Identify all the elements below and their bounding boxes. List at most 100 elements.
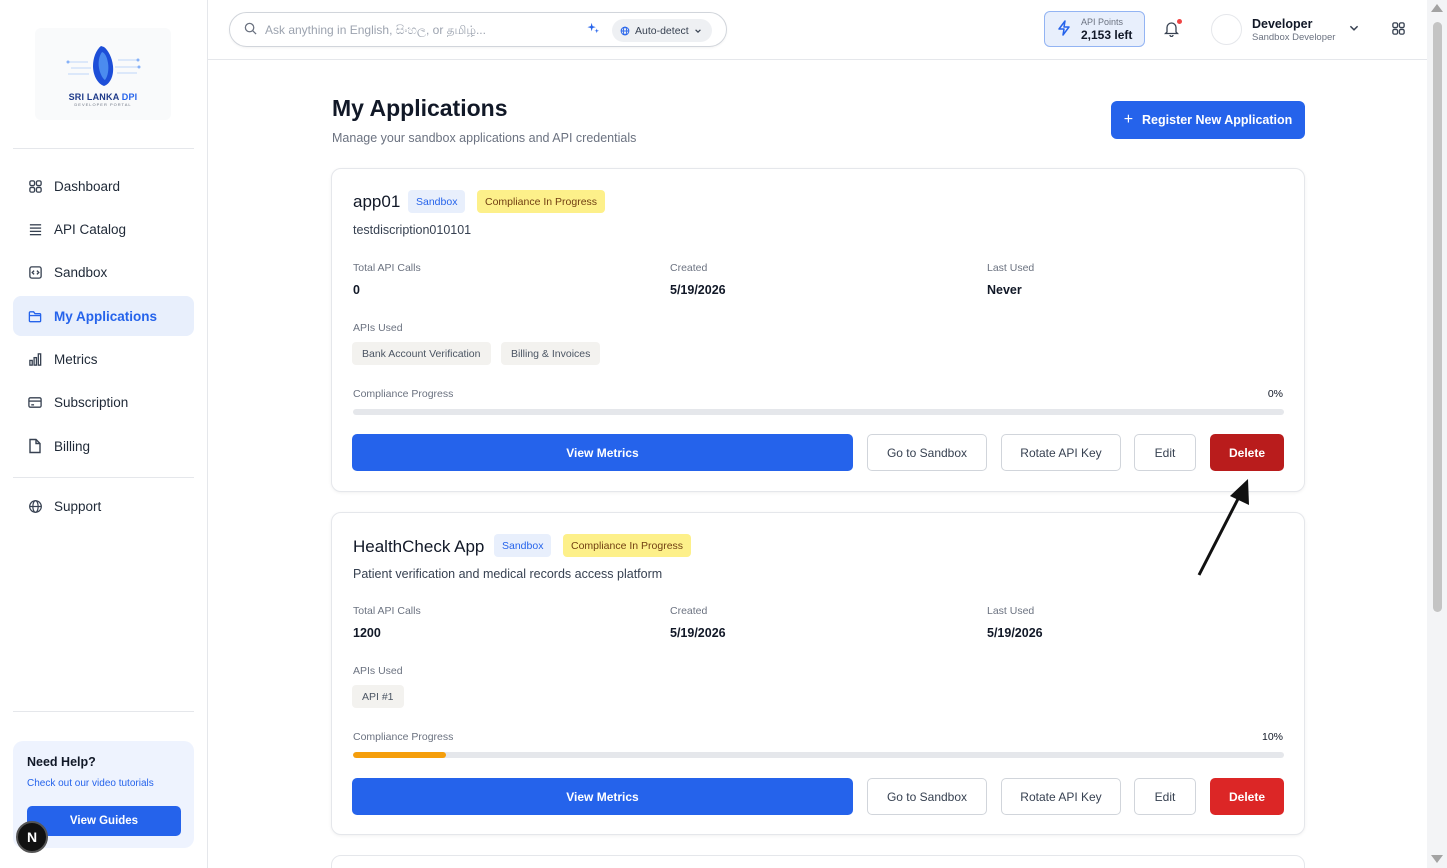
view-metrics-button[interactable]: View Metrics bbox=[352, 778, 853, 815]
page-subtitle: Manage your sandbox applications and API… bbox=[332, 131, 637, 145]
scroll-thumb[interactable] bbox=[1433, 22, 1442, 612]
sidebar-item-api-catalog[interactable]: API Catalog bbox=[13, 209, 194, 249]
total-calls-label: Total API Calls bbox=[353, 262, 421, 274]
logo[interactable]: SRI LANKA DPI DEVELOPER PORTAL bbox=[35, 28, 171, 120]
status-badge: Compliance In Progress bbox=[563, 534, 692, 557]
application-card bbox=[331, 855, 1305, 868]
sri-lanka-map-logo-icon bbox=[66, 45, 141, 86]
sidebar: SRI LANKA DPI DEVELOPER PORTAL Dashboard… bbox=[0, 0, 208, 868]
search-bar[interactable]: Auto-detect bbox=[229, 12, 727, 47]
api-chip: Billing & Invoices bbox=[501, 342, 601, 365]
application-card: app01 Sandbox Compliance In Progress tes… bbox=[331, 168, 1305, 492]
search-input[interactable] bbox=[265, 22, 565, 37]
chevron-down-icon bbox=[694, 28, 701, 33]
sidebar-item-label: Sandbox bbox=[54, 264, 108, 280]
edit-button[interactable]: Edit bbox=[1134, 778, 1196, 815]
lightning-icon bbox=[1057, 19, 1071, 39]
last-used-label: Last Used bbox=[987, 262, 1035, 274]
last-used-label: Last Used bbox=[987, 605, 1035, 617]
app-description: testdiscription010101 bbox=[353, 223, 472, 237]
sidebar-item-label: Billing bbox=[54, 438, 91, 454]
sidebar-item-label: API Catalog bbox=[54, 221, 127, 237]
compliance-progress-label: Compliance Progress bbox=[353, 388, 454, 400]
avatar[interactable] bbox=[1211, 14, 1242, 45]
app-name: app01 bbox=[353, 192, 401, 211]
api-points-label: API Points bbox=[1081, 16, 1124, 27]
last-used-value: 5/19/2026 bbox=[987, 626, 1043, 640]
api-points-value: 2,153 left bbox=[1081, 27, 1133, 42]
rotate-api-key-button[interactable]: Rotate API Key bbox=[1001, 778, 1121, 815]
sidebar-item-support[interactable]: Support bbox=[13, 486, 194, 526]
sidebar-item-dashboard[interactable]: Dashboard bbox=[13, 166, 194, 206]
compliance-progress-bar bbox=[353, 752, 1284, 758]
go-to-sandbox-button[interactable]: Go to Sandbox bbox=[867, 434, 987, 471]
n-badge[interactable]: N bbox=[16, 821, 48, 853]
sidebar-divider bbox=[13, 477, 194, 478]
sidebar-item-sandbox[interactable]: Sandbox bbox=[13, 252, 194, 292]
grid-icon bbox=[27, 178, 43, 194]
sidebar-item-subscription[interactable]: Subscription bbox=[13, 382, 194, 422]
scroll-up-arrow-icon[interactable] bbox=[1431, 4, 1443, 12]
app-description: Patient verification and medical records… bbox=[353, 567, 663, 581]
created-label: Created bbox=[670, 605, 708, 617]
sidebar-item-billing[interactable]: Billing bbox=[13, 426, 194, 466]
go-to-sandbox-button[interactable]: Go to Sandbox bbox=[867, 778, 987, 815]
sidebar-item-label: Metrics bbox=[54, 351, 98, 367]
page-title: My Applications bbox=[332, 95, 508, 121]
compliance-progress-bar bbox=[353, 409, 1284, 415]
apis-used-label: APIs Used bbox=[353, 665, 403, 677]
edit-button[interactable]: Edit bbox=[1134, 434, 1196, 471]
progress-fill bbox=[353, 752, 447, 758]
view-guides-button[interactable]: View Guides bbox=[27, 806, 181, 836]
plus-icon: + bbox=[1123, 111, 1134, 128]
globe-icon bbox=[620, 26, 630, 35]
sidebar-divider bbox=[13, 711, 194, 712]
sidebar-item-label: Dashboard bbox=[54, 178, 121, 194]
folder-icon bbox=[27, 308, 43, 324]
apis-used-label: APIs Used bbox=[353, 322, 403, 334]
api-chip: API #1 bbox=[352, 685, 404, 708]
api-chip: Bank Account Verification bbox=[352, 342, 491, 365]
chevron-down-icon[interactable] bbox=[1348, 22, 1360, 37]
notification-button[interactable] bbox=[1163, 19, 1182, 40]
scrollbar[interactable] bbox=[1427, 0, 1447, 868]
created-label: Created bbox=[670, 262, 708, 274]
total-calls-label: Total API Calls bbox=[353, 605, 421, 617]
compliance-progress-value: 10% bbox=[1261, 731, 1283, 743]
total-calls-value: 0 bbox=[353, 283, 360, 297]
created-value: 5/19/2026 bbox=[670, 626, 726, 640]
language-select[interactable]: Auto-detect bbox=[612, 19, 712, 42]
rotate-api-key-button[interactable]: Rotate API Key bbox=[1001, 434, 1121, 471]
code-icon bbox=[27, 264, 43, 280]
sidebar-item-metrics[interactable]: Metrics bbox=[13, 339, 194, 379]
view-metrics-button[interactable]: View Metrics bbox=[352, 434, 853, 471]
sidebar-item-label: Support bbox=[54, 498, 102, 514]
help-title: Need Help? bbox=[27, 755, 96, 769]
search-icon bbox=[244, 22, 257, 38]
language-value: Auto-detect bbox=[635, 24, 689, 37]
sparkle-icon[interactable] bbox=[587, 22, 600, 38]
topbar: Auto-detect API Points 2,153 left Develo… bbox=[208, 0, 1427, 60]
sidebar-item-label: My Applications bbox=[54, 308, 158, 324]
delete-button[interactable]: Delete bbox=[1210, 434, 1284, 471]
user-name[interactable]: Developer bbox=[1252, 17, 1312, 31]
env-badge: Sandbox bbox=[408, 190, 466, 213]
app-name: HealthCheck App bbox=[353, 537, 485, 556]
sidebar-item-my-applications[interactable]: My Applications bbox=[13, 296, 194, 336]
register-new-application-button[interactable]: + Register New Application bbox=[1111, 101, 1305, 139]
scroll-down-arrow-icon[interactable] bbox=[1431, 855, 1443, 863]
compliance-progress-value: 0% bbox=[1267, 388, 1283, 400]
delete-button[interactable]: Delete bbox=[1210, 778, 1284, 815]
globe-icon bbox=[27, 498, 43, 514]
created-value: 5/19/2026 bbox=[670, 283, 726, 297]
annotation-arrow-icon bbox=[1197, 479, 1249, 576]
last-used-value: Never bbox=[987, 283, 1022, 297]
apps-grid-icon[interactable] bbox=[1391, 21, 1406, 39]
list-icon bbox=[27, 221, 43, 237]
sidebar-divider bbox=[13, 148, 194, 149]
user-role: Sandbox Developer bbox=[1252, 32, 1336, 43]
api-points-widget[interactable]: API Points 2,153 left bbox=[1044, 11, 1145, 47]
register-button-label: Register New Application bbox=[1142, 113, 1293, 127]
status-badge: Compliance In Progress bbox=[477, 190, 606, 213]
bar-chart-icon bbox=[27, 351, 43, 367]
